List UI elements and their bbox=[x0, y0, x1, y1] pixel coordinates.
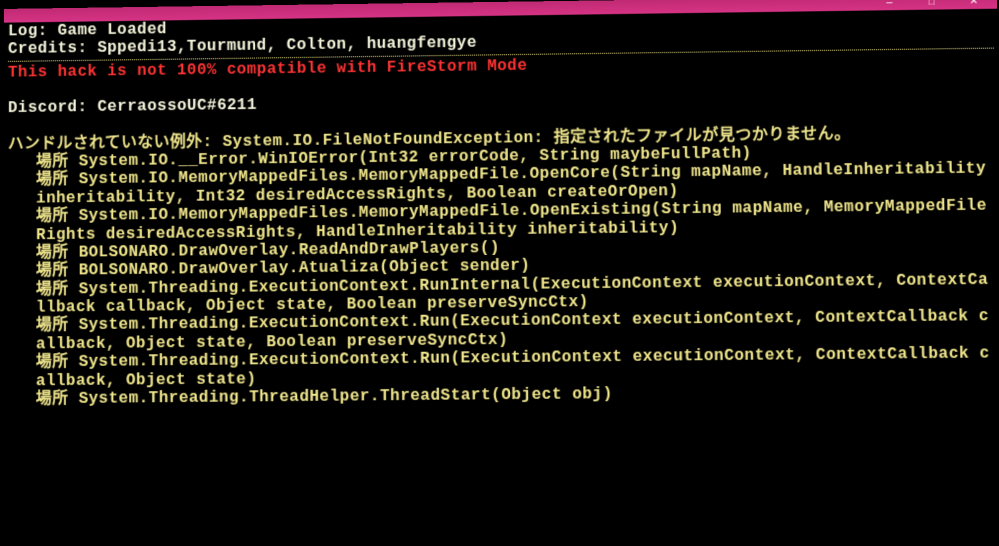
minimize-button[interactable]: — bbox=[868, 0, 910, 10]
close-button[interactable]: ✕ bbox=[953, 0, 996, 8]
console-output: Log: Game Loaded Credits: Sppedi13,Tourm… bbox=[4, 9, 999, 409]
maximize-button[interactable]: □ bbox=[910, 0, 952, 9]
